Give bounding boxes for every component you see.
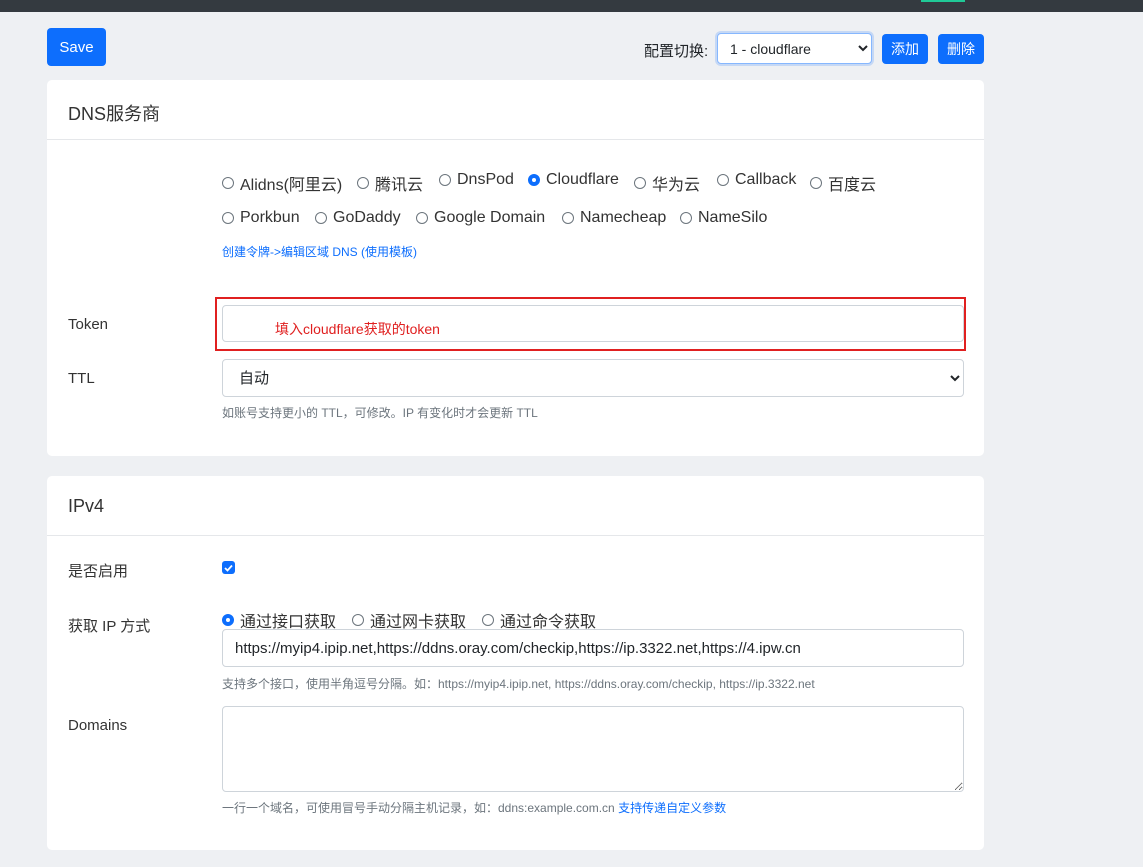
navbar-accent [921,0,965,2]
enable-label: 是否启用 [68,563,129,580]
provider-radio-cloudflare[interactable]: Cloudflare [528,171,619,189]
radio-button[interactable] [222,212,234,224]
radio-button[interactable] [222,614,234,626]
ip-method-label: 获取 IP 方式 [68,618,151,635]
radio-button[interactable] [634,177,646,189]
radio-button[interactable] [680,212,692,224]
radio-label: 华为云 [652,177,701,194]
card-header: DNS服务商 [47,80,984,140]
provider-radio-porkbun[interactable]: Porkbun [222,209,300,227]
radio-label: 百度云 [828,177,877,194]
url-help-text: 支持多个接口，使用半角逗号分隔。如：https://myip4.ipip.net… [222,677,815,691]
provider-radio-dnspod[interactable]: DnsPod [439,171,514,189]
check-icon [224,564,233,572]
ipv4-card: IPv4 是否启用 获取 IP 方式 通过接口获取 通过网卡获取 通过命令获取 … [47,476,984,850]
provider-radio-google-domain[interactable]: Google Domain [416,209,545,227]
radio-label: Cloudflare [546,171,619,188]
top-navbar [0,0,1143,12]
token-label: Token [68,316,109,333]
provider-radio-namecheap[interactable]: Namecheap [562,209,666,227]
domains-help-body: 一行一个域名，可使用冒号手动分隔主机记录，如：ddns:example.com.… [222,801,615,815]
radio-button[interactable] [810,177,822,189]
config-select[interactable]: 1 - cloudflare [717,33,872,64]
ttl-select[interactable]: 自动 [222,359,964,397]
provider-radio-alidns[interactable]: Alidns(阿里云) [222,171,342,195]
radio-button[interactable] [357,177,369,189]
radio-button[interactable] [352,614,364,626]
create-token-link[interactable]: 创建令牌->编辑区域 DNS (使用模板) [222,243,417,260]
radio-label: DnsPod [457,171,514,188]
dns-provider-card: DNS服务商 Alidns(阿里云) 腾讯云 DnsPod Cloudflare… [47,80,984,456]
radio-label: Callback [735,171,797,188]
radio-button[interactable] [528,174,540,186]
ip-url-input[interactable] [222,629,964,667]
provider-radio-callback[interactable]: Callback [717,171,796,189]
ttl-help-text: 如账号支持更小的 TTL，可修改。IP 有变化时才会更新 TTL [222,406,538,420]
radio-label: Porkbun [240,209,300,226]
token-input[interactable] [222,305,964,342]
provider-radio-baidu[interactable]: 百度云 [810,171,876,195]
ttl-label: TTL [68,370,95,387]
radio-button[interactable] [717,174,729,186]
radio-label: NameSilo [698,209,768,226]
radio-button[interactable] [439,174,451,186]
provider-radio-namesilo[interactable]: NameSilo [680,209,767,227]
radio-label: Google Domain [434,209,546,226]
card-title: DNS服务商 [68,104,161,124]
provider-radio-godaddy[interactable]: GoDaddy [315,209,401,227]
radio-label: Namecheap [580,209,667,226]
domains-textarea[interactable] [222,706,964,792]
radio-button[interactable] [222,177,234,189]
delete-config-button[interactable]: 删除 [938,34,984,64]
add-config-button[interactable]: 添加 [882,34,928,64]
radio-button[interactable] [416,212,428,224]
radio-label: Alidns(阿里云) [240,177,343,194]
provider-radio-tencent[interactable]: 腾讯云 [357,171,423,195]
radio-button[interactable] [482,614,494,626]
custom-params-link[interactable]: 支持传递自定义参数 [618,801,726,815]
radio-button[interactable] [315,212,327,224]
save-button[interactable]: Save [47,28,106,66]
domains-label: Domains [68,717,128,734]
card-header: IPv4 [47,476,984,536]
radio-label: 腾讯云 [375,177,424,194]
config-switch-label: 配置切换: [644,43,709,60]
provider-radio-huawei[interactable]: 华为云 [634,171,700,195]
domains-help-text: 一行一个域名，可使用冒号手动分隔主机记录，如：ddns:example.com.… [222,799,726,816]
radio-label: GoDaddy [333,209,401,226]
enable-checkbox[interactable] [222,561,235,574]
card-title: IPv4 [68,496,105,516]
radio-button[interactable] [562,212,574,224]
